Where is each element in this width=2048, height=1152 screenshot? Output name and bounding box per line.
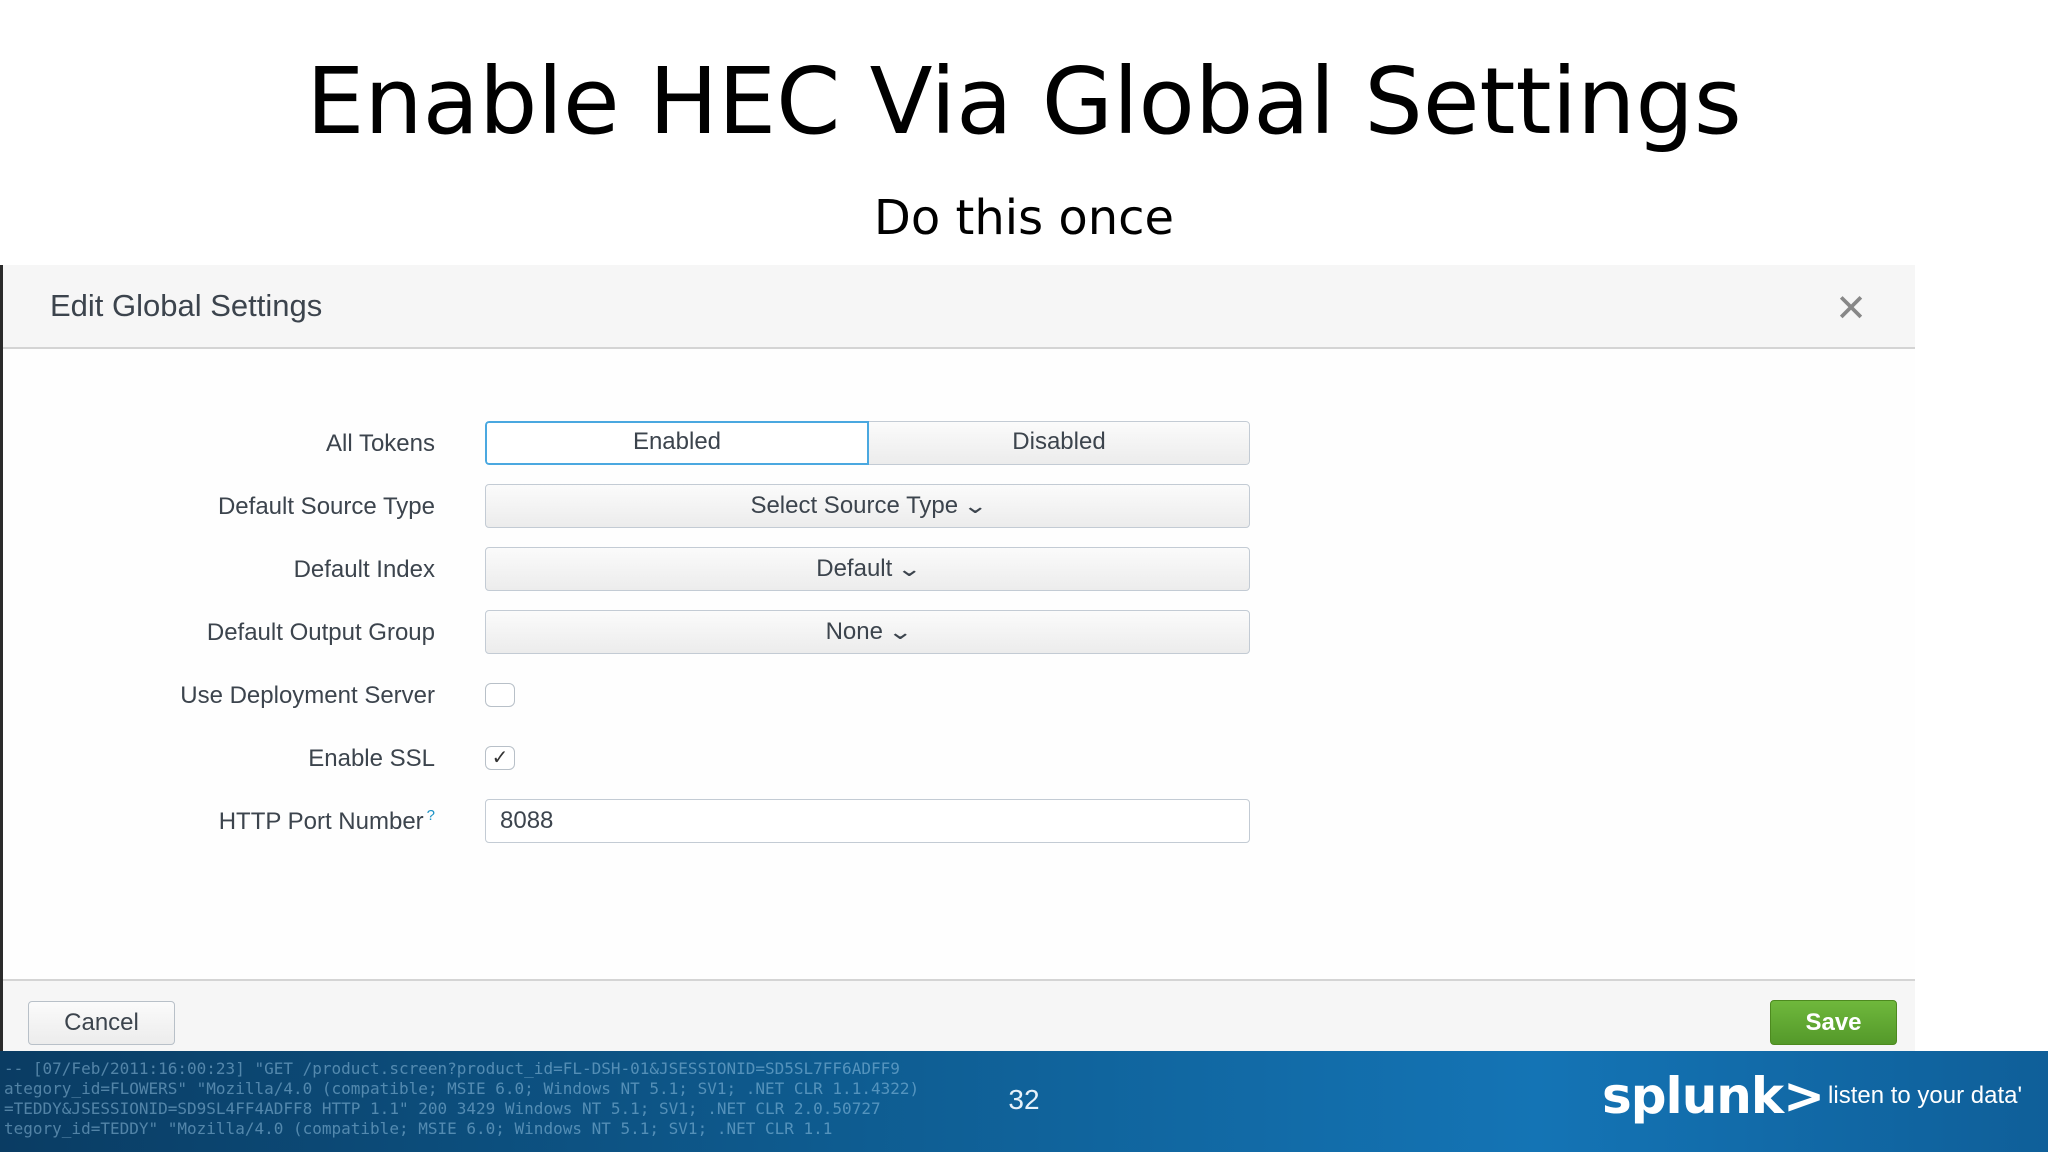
default-output-group-label: Default Output Group [206,619,435,646]
close-icon[interactable]: ✕ [1829,287,1873,331]
default-source-type-row: Default Source Type Select Source Type ⌄ [3,484,1915,530]
use-deployment-server-checkbox[interactable] [485,683,515,707]
use-deployment-server-label: Use Deployment Server [180,682,435,709]
brand-tagline: listen to your data' [1828,1082,2023,1109]
enable-ssl-row: Enable SSL ✓ [3,736,1915,782]
dialog-header: Edit Global Settings ✕ [3,265,1915,349]
source-type-dropdown[interactable]: Select Source Type ⌄ [485,484,1250,528]
default-source-type-label: Default Source Type [217,493,435,520]
default-output-group-row: Default Output Group None ⌄ [3,610,1915,656]
default-index-row: Default Index Default ⌄ [3,547,1915,593]
enable-ssl-checkbox[interactable]: ✓ [485,746,515,770]
all-tokens-toggle: Enabled Disabled [485,421,1250,465]
splunk-logo: splunk> listen to your data' [1602,1067,2022,1127]
save-button[interactable]: Save [1770,1000,1897,1045]
default-index-label: Default Index [293,556,435,583]
all-tokens-row: All Tokens Enabled Disabled [3,421,1915,467]
dialog-title: Edit Global Settings [50,288,323,323]
log-line: -- [07/Feb/2011:16:00:23] "GET /product.… [4,1059,900,1078]
dialog-footer: Cancel Save [3,979,1915,1058]
default-index-dropdown[interactable]: Default ⌄ [485,547,1250,591]
output-group-value: None [825,618,883,645]
slide-subtitle: Do this once [873,190,1175,246]
use-deployment-server-row: Use Deployment Server [3,673,1915,719]
edit-global-settings-dialog: Edit Global Settings ✕ All Tokens Enable… [0,265,1915,1058]
chevron-down-icon: ⌄ [887,619,914,644]
cancel-button[interactable]: Cancel [28,1001,175,1045]
http-port-number-label: HTTP Port Number? [3,799,435,845]
checkmark-icon: ✓ [491,747,509,769]
enabled-option-button[interactable]: Enabled [485,421,869,465]
http-port-number-label-text: HTTP Port Number [218,808,424,835]
slide-title: Enable HEC Via Global Settings [306,48,1742,155]
all-tokens-label: All Tokens [326,430,435,457]
source-type-value: Select Source Type [750,492,959,519]
chevron-down-icon: ⌄ [962,493,989,518]
output-group-dropdown[interactable]: None ⌄ [485,610,1250,654]
enable-ssl-label: Enable SSL [308,745,435,772]
brand-logo-text: splunk> [1602,1067,1825,1125]
disabled-option-button[interactable]: Disabled [869,421,1250,465]
http-port-number-row: HTTP Port Number? 8088 [3,799,1915,845]
default-index-value: Default [816,555,893,582]
chevron-down-icon: ⌄ [896,556,923,581]
http-port-number-input[interactable]: 8088 [485,799,1250,843]
log-line: tegory_id=TEDDY" "Mozilla/4.0 (compatibl… [4,1119,833,1138]
help-icon[interactable]: ? [427,807,435,824]
